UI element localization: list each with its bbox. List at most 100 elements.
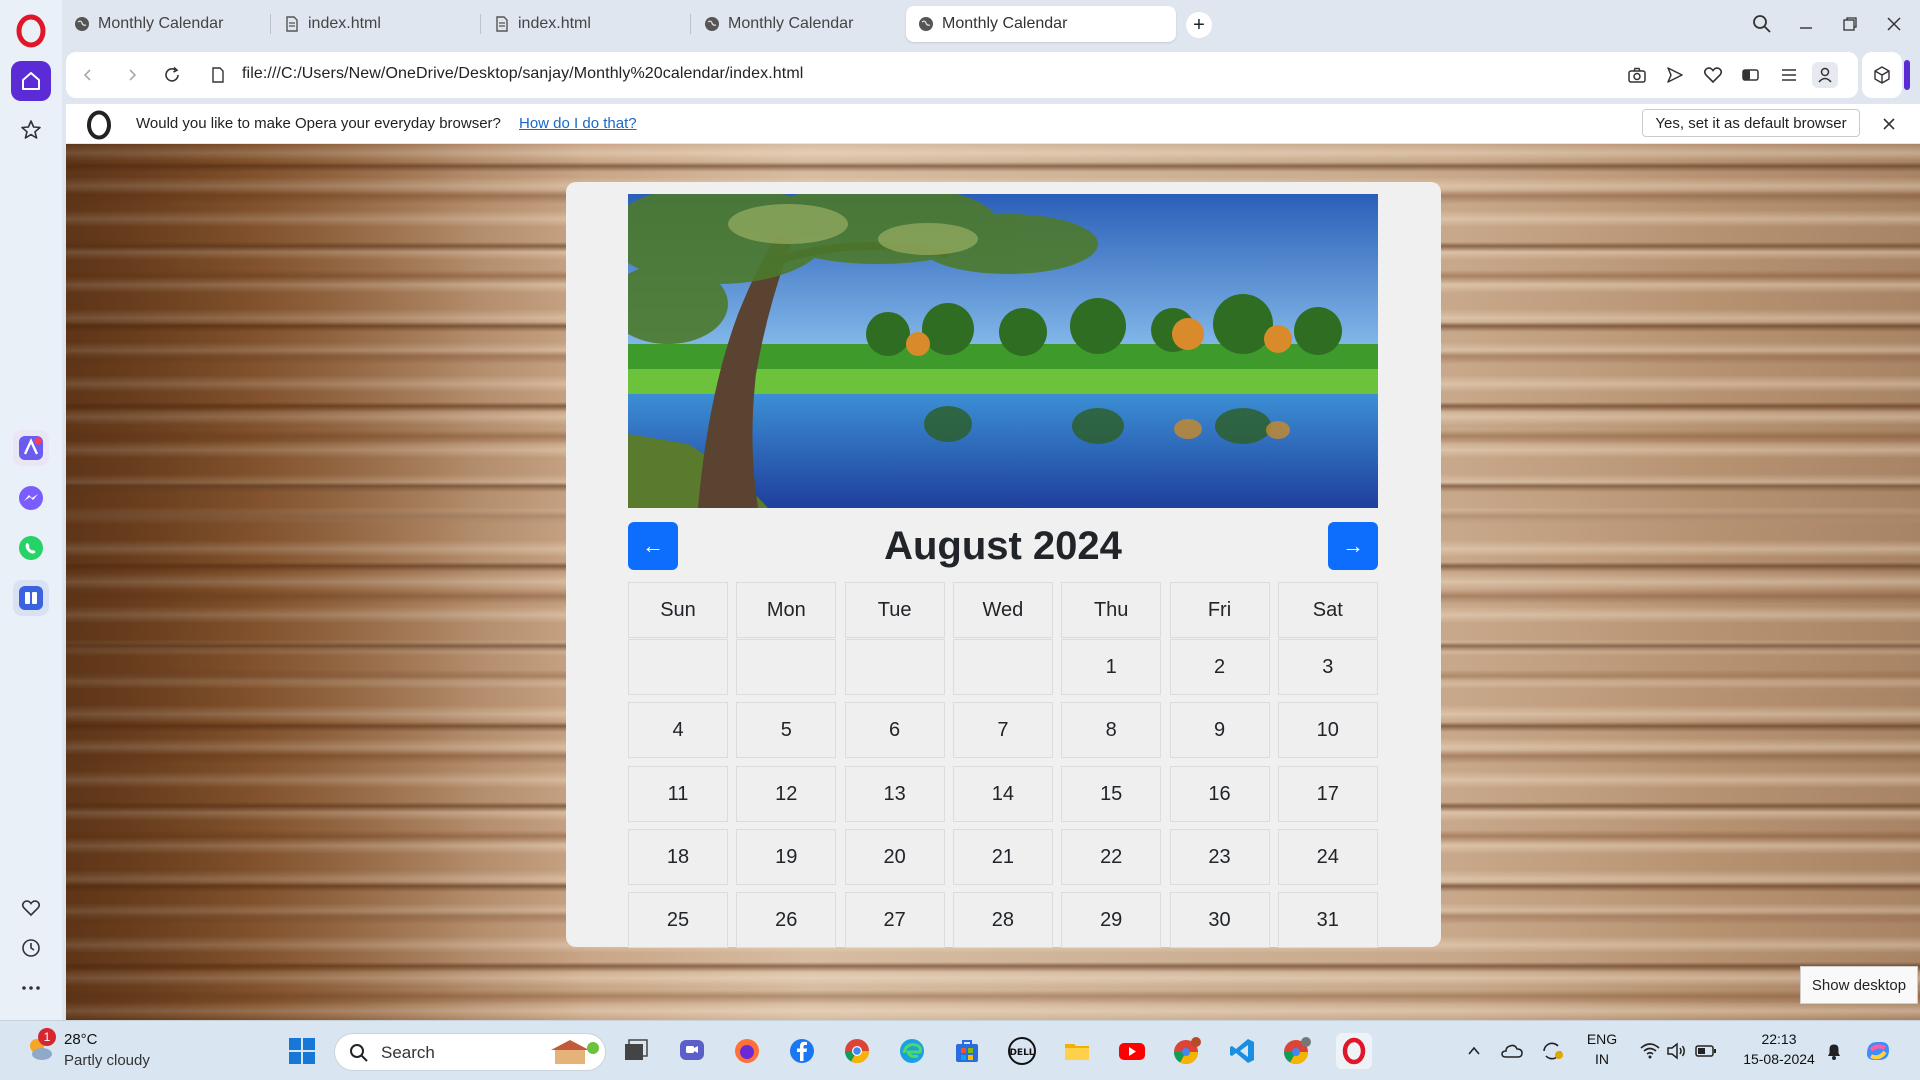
day-cell[interactable]: 23 [1169,829,1270,885]
show-hidden-icons-button[interactable] [1458,1035,1490,1067]
day-cell[interactable]: 1 [1061,639,1162,695]
tab-index-html-2[interactable]: index.html [482,6,682,42]
minimize-button[interactable] [1786,8,1826,40]
search-tabs-button[interactable] [1742,8,1782,40]
day-cell[interactable]: 7 [952,702,1053,758]
task-view-button[interactable] [620,1035,652,1067]
battery-button[interactable] [1690,1035,1722,1067]
whatsapp-button[interactable] [13,530,49,566]
next-month-button[interactable]: → [1328,522,1378,570]
day-cell[interactable]: 4 [628,702,728,758]
default-browser-infobar: Would you like to make Opera your everyd… [66,104,1920,144]
weather-badge: 1 [38,1028,56,1046]
aria-app-button[interactable] [13,430,49,466]
sidebar-toggle-indicator[interactable] [1904,60,1910,90]
tab-monthly-calendar-2[interactable]: Monthly Calendar [692,6,892,42]
day-cell[interactable]: 9 [1169,702,1270,758]
day-cell[interactable]: 29 [1061,892,1162,948]
day-cell[interactable]: 17 [1277,766,1378,822]
volume-button[interactable] [1660,1035,1692,1067]
send-button[interactable] [1662,62,1688,88]
back-button[interactable] [74,61,102,89]
vscode-button[interactable] [1226,1035,1258,1067]
more-options-button[interactable] [19,976,43,1000]
day-cell[interactable]: 28 [952,892,1053,948]
snapshot-button[interactable] [1624,62,1650,88]
profile-button[interactable] [1812,62,1838,88]
firefox-button[interactable] [731,1035,763,1067]
close-window-button[interactable] [1874,8,1914,40]
sync-button[interactable] [1536,1035,1568,1067]
tab-index-html-1[interactable]: index.html [272,6,472,42]
new-tab-button[interactable]: + [1186,12,1212,38]
day-cell[interactable]: 22 [1061,829,1162,885]
favorites-button[interactable] [19,896,43,920]
edge-button[interactable] [896,1035,928,1067]
home-button[interactable] [11,61,51,101]
extension-app-button[interactable] [13,580,49,616]
day-cell[interactable]: 11 [628,766,728,822]
store-button[interactable] [951,1035,983,1067]
start-button[interactable] [286,1035,318,1067]
chrome-profile-2-button[interactable] [1281,1035,1313,1067]
dell-button[interactable]: DELL [1006,1035,1038,1067]
day-cell[interactable]: 8 [1061,702,1162,758]
chrome-button[interactable] [841,1035,873,1067]
day-cell[interactable]: 5 [736,702,837,758]
facebook-button[interactable] [786,1035,818,1067]
page-info-button[interactable] [204,61,232,89]
clock-date[interactable]: 15-08-2024 [1734,1051,1824,1067]
day-cell[interactable]: 30 [1169,892,1270,948]
day-cell[interactable]: 26 [736,892,837,948]
day-cell[interactable]: 18 [628,829,728,885]
day-cell[interactable]: 14 [952,766,1053,822]
tab-monthly-calendar-active[interactable]: Monthly Calendar [906,6,1176,42]
notifications-button[interactable] [1818,1035,1850,1067]
history-button[interactable] [19,936,43,960]
copilot-icon [1867,1042,1889,1060]
messenger-button[interactable] [13,480,49,516]
day-cell[interactable]: 24 [1277,829,1378,885]
battery-saver-button[interactable] [1738,62,1764,88]
day-cell[interactable]: 6 [844,702,945,758]
clock-time[interactable]: 22:13 [1744,1031,1814,1047]
speed-dial-button[interactable] [11,110,51,150]
day-cell[interactable]: 3 [1277,639,1378,695]
search-icon [350,1044,368,1062]
day-cell[interactable]: 25 [628,892,728,948]
tab-monthly-calendar-1[interactable]: Monthly Calendar [62,6,262,42]
day-cell[interactable]: 15 [1061,766,1162,822]
close-infobar-button[interactable] [1878,113,1900,135]
file-explorer-button[interactable] [1061,1035,1093,1067]
day-cell[interactable]: 2 [1169,639,1270,695]
language-code[interactable]: ENG [1584,1031,1620,1047]
restore-button[interactable] [1830,8,1870,40]
url-input[interactable]: file:///C:/Users/New/OneDrive/Desktop/sa… [242,65,803,83]
taskbar-search[interactable]: Search [334,1033,606,1071]
bookmark-button[interactable] [1700,62,1726,88]
set-default-button[interactable]: Yes, set it as default browser [1642,109,1860,137]
day-cell[interactable]: 10 [1277,702,1378,758]
youtube-button[interactable] [1116,1035,1148,1067]
onedrive-button[interactable] [1496,1035,1528,1067]
chrome-profile-button[interactable] [1171,1035,1203,1067]
day-cell[interactable]: 31 [1277,892,1378,948]
prev-month-button[interactable]: ← [628,522,678,570]
opera-taskbar-button[interactable] [1336,1033,1372,1069]
how-to-link[interactable]: How do I do that? [519,115,637,132]
reload-button[interactable] [158,61,186,89]
day-cell[interactable]: 27 [844,892,945,948]
day-cell[interactable]: 21 [952,829,1053,885]
day-cell[interactable]: 13 [844,766,945,822]
opera-logo-icon[interactable] [14,14,48,48]
teams-icon [680,1040,704,1060]
day-cell[interactable]: 12 [736,766,837,822]
easy-setup-button[interactable] [1776,62,1802,88]
day-cell[interactable]: 16 [1169,766,1270,822]
copilot-button[interactable] [1862,1035,1894,1067]
extensions-button[interactable] [1862,52,1902,98]
teams-button[interactable] [676,1035,708,1067]
forward-button[interactable] [118,61,146,89]
day-cell[interactable]: 20 [844,829,945,885]
day-cell[interactable]: 19 [736,829,837,885]
